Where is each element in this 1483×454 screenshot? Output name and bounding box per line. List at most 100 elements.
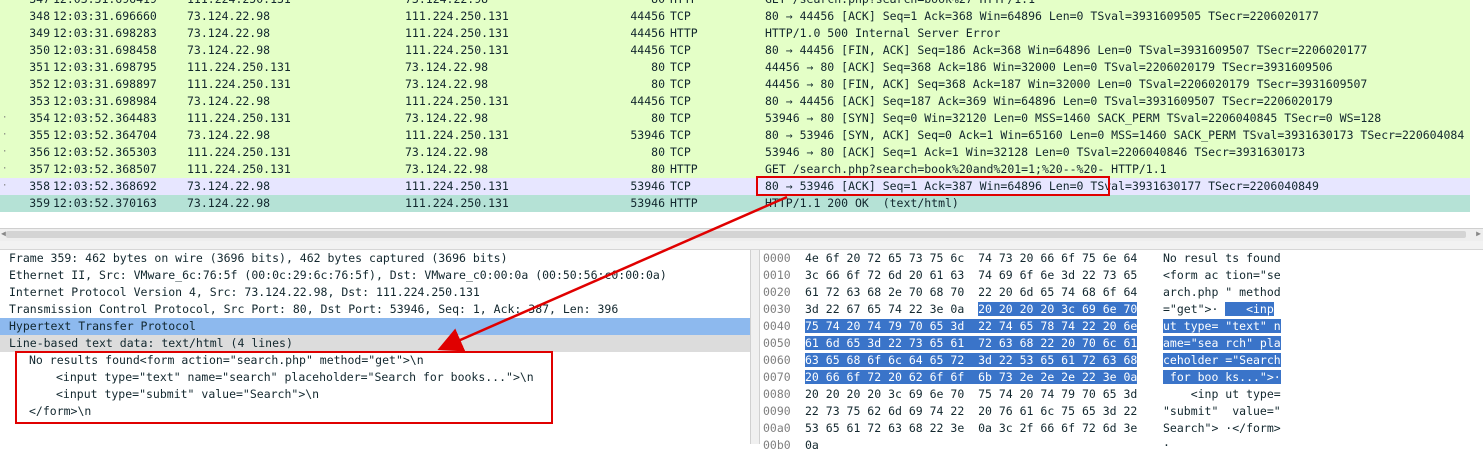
byte-hex: 53 65 61 72 63 68 22 3e 0a 3c 2f 66 6f 7…: [805, 420, 1137, 437]
packet-time: 12:03:52.364704: [53, 128, 157, 142]
packet-no: 354: [29, 111, 50, 125]
detail-http[interactable]: Hypertext Transfer Protocol: [0, 318, 750, 335]
packet-src: 111.224.250.131: [187, 162, 291, 176]
byte-hex-selected: 20 66 6f 72 20 62 6f 6f 6b 73 2e 2e 2e 2…: [805, 370, 1138, 384]
packet-row[interactable]: 34712:03:31.696419 111.224.250.131 73.124.…: [0, 0, 1470, 8]
byte-ascii-plain: ·: [1163, 438, 1170, 452]
packet-time: 12:03:31.698458: [53, 43, 157, 57]
bytes-row[interactable]: 00b0 0a ·: [760, 437, 1483, 454]
packet-row[interactable]: 348 12:03:31.696660 73.124.22.98 111.224.25…: [0, 8, 1470, 25]
vertical-splitter[interactable]: [750, 250, 760, 444]
related-packet-icon: ·: [2, 130, 8, 140]
detail-ip[interactable]: Internet Protocol Version 4, Src: 73.124…: [0, 284, 750, 301]
detail-tcp[interactable]: Transmission Control Protocol, Src Port:…: [0, 301, 750, 318]
packet-time: 12:03:31.698984: [53, 94, 157, 108]
byte-ascii-plain: <form ac tion="se: [1163, 268, 1281, 282]
scrollbar-thumb[interactable]: [6, 231, 1466, 238]
related-packet-icon: ·: [2, 147, 8, 157]
byte-offset: 0030: [763, 302, 791, 316]
packet-dst: 73.124.22.98: [405, 111, 489, 125]
byte-ascii: "submit" value=": [1163, 403, 1281, 420]
packet-proto: TCP: [670, 77, 691, 91]
packet-row[interactable]: · 357 12:03:52.368507 111.224.250.131 73.124…: [0, 161, 1470, 178]
byte-hex-plain: 61 72 63 68 2e 70 68 70 22 20 6d 65 74 6…: [805, 285, 1138, 299]
pane-splitter[interactable]: [0, 241, 1483, 250]
packet-row[interactable]: 352 12:03:31.698897 111.224.250.131 73.124.…: [0, 76, 1470, 93]
bytes-row[interactable]: 0020 61 72 63 68 2e 70 68 70 22 20 6d 65 …: [760, 284, 1483, 301]
byte-ascii: ·: [1163, 437, 1170, 454]
packet-info: HTTP/1.0 500 Internal Server Error: [765, 26, 1001, 40]
packet-row[interactable]: 350 12:03:31.698458 73.124.22.98 111.224.25…: [0, 42, 1470, 59]
horizontal-scrollbar[interactable]: ◀ ▶: [0, 228, 1483, 241]
packet-row[interactable]: · 355 12:03:52.364704 73.124.22.98 111.224.2…: [0, 127, 1470, 144]
byte-hex-plain: 3c 66 6f 72 6d 20 61 63 74 69 6f 6e 3d 2…: [805, 268, 1138, 282]
byte-hex-selected: 20 20 20 20 3c 69 6e 70: [978, 302, 1138, 316]
packet-row[interactable]: 353 12:03:31.698984 73.124.22.98 111.224.25…: [0, 93, 1470, 110]
packet-src: 111.224.250.131: [187, 111, 291, 125]
packet-info: HTTP/1.1 200 OK (text/html): [765, 196, 959, 210]
byte-hex: 63 65 68 6f 6c 64 65 72 3d 22 53 65 61 7…: [805, 352, 1138, 369]
bytes-row[interactable]: 0040 75 74 20 74 79 70 65 3d 22 74 65 78 …: [760, 318, 1483, 335]
bytes-row[interactable]: 0050 61 6d 65 3d 22 73 65 61 72 63 68 22 …: [760, 335, 1483, 352]
byte-offset: 00b0: [763, 438, 791, 452]
packet-src: 111.224.250.131: [187, 145, 291, 159]
packet-row[interactable]: · 356 12:03:52.365303 111.224.250.131 73.124…: [0, 144, 1470, 161]
bytes-row[interactable]: 0000 4e 6f 20 72 65 73 75 6c 74 73 20 66 …: [760, 250, 1483, 267]
packet-port: 53946: [630, 128, 665, 142]
packet-row[interactable]: · 358 12:03:52.368692 73.124.22.98 111.224.2…: [0, 178, 1470, 195]
byte-hex: 61 6d 65 3d 22 73 65 61 72 63 68 22 20 7…: [805, 335, 1138, 352]
packet-dst: 73.124.22.98: [405, 0, 605, 8]
byte-ascii: ame="sea rch" pla: [1163, 335, 1281, 352]
byte-hex-selected: 63 65 68 6f 6c 64 65 72 3d 22 53 65 61 7…: [805, 353, 1138, 367]
packet-dst: 73.124.22.98: [405, 77, 489, 91]
packet-list[interactable]: 34712:03:31.696419111.224.250.13173.124.…: [0, 0, 1483, 228]
packet-no: 358: [29, 179, 50, 193]
detail-ethernet[interactable]: Ethernet II, Src: VMware_6c:76:5f (00:0c…: [0, 267, 750, 284]
packet-bytes-pane[interactable]: 0000 4e 6f 20 72 65 73 75 6c 74 73 20 66 …: [760, 250, 1483, 452]
packet-port: 80: [651, 77, 665, 91]
packet-no: 349: [29, 26, 50, 40]
scroll-right-icon[interactable]: ▶: [1476, 229, 1481, 238]
bytes-row[interactable]: 0070 20 66 6f 72 20 62 6f 6f 6b 73 2e 2e …: [760, 369, 1483, 386]
byte-hex-plain: 3d 22 67 65 74 22 3e 0a: [805, 302, 979, 316]
packet-dst: 111.224.250.131: [405, 43, 509, 57]
packet-dst: 111.224.250.131: [405, 9, 509, 23]
related-packet-icon: ·: [2, 181, 8, 191]
packet-proto: TCP: [670, 128, 691, 142]
packet-info: 44456 → 80 [ACK] Seq=368 Ack=186 Win=320…: [765, 60, 1333, 74]
bytes-row[interactable]: 0060 63 65 68 6f 6c 64 65 72 3d 22 53 65 …: [760, 352, 1483, 369]
bytes-row[interactable]: 0080 20 20 20 20 3c 69 6e 70 75 74 20 74 …: [760, 386, 1483, 403]
packet-row[interactable]: 359 12:03:52.370163 73.124.22.98 111.224.25…: [0, 195, 1470, 212]
packet-proto: TCP: [670, 9, 691, 23]
packet-proto: TCP: [670, 94, 691, 108]
detail-frame[interactable]: Frame 359: 462 bytes on wire (3696 bits)…: [0, 250, 750, 267]
byte-offset: 0000: [763, 251, 791, 265]
packet-time: 12:03:31.696660: [53, 9, 157, 23]
byte-hex: 75 74 20 74 79 70 65 3d 22 74 65 78 74 2…: [805, 318, 1138, 335]
byte-ascii: ceholder ="Search: [1163, 352, 1281, 369]
packet-time: 12:03:52.368507: [53, 162, 157, 176]
packet-row[interactable]: 349 12:03:31.698283 73.124.22.98 111.224.25…: [0, 25, 1470, 42]
highlight-box-request: [756, 176, 1110, 196]
packet-time: 12:03:31.698283: [53, 26, 157, 40]
packet-info: 44456 → 80 [FIN, ACK] Seq=368 Ack=187 Wi…: [765, 77, 1368, 91]
packet-port: 80: [651, 162, 665, 176]
byte-hex: 3d 22 67 65 74 22 3e 0a 20 20 20 20 3c 6…: [805, 301, 1138, 318]
bytes-row[interactable]: 0090 22 73 75 62 6d 69 74 22 20 76 61 6c …: [760, 403, 1483, 420]
bytes-row[interactable]: 00a0 53 65 61 72 63 68 22 3e 0a 3c 2f 66 …: [760, 420, 1483, 437]
byte-offset: 0040: [763, 319, 791, 333]
byte-hex-selected: 75 74 20 74 79 70 65 3d 22 74 65 78 74 2…: [805, 319, 1138, 333]
byte-hex: 0a: [805, 437, 819, 454]
packet-port: 80: [651, 145, 665, 159]
packet-row[interactable]: 351 12:03:31.698795 111.224.250.131 73.124.…: [0, 59, 1470, 76]
packet-proto: HTTP: [670, 0, 730, 8]
byte-offset: 0090: [763, 404, 791, 418]
packet-dst: 111.224.250.131: [405, 26, 509, 40]
byte-offset: 0020: [763, 285, 791, 299]
bytes-row[interactable]: 0030 3d 22 67 65 74 22 3e 0a 20 20 20 20 …: [760, 301, 1483, 318]
packet-info: 53946 → 80 [ACK] Seq=1 Ack=1 Win=32128 L…: [765, 145, 1306, 159]
bytes-row[interactable]: 0010 3c 66 6f 72 6d 20 61 63 74 69 6f 6e …: [760, 267, 1483, 284]
detail-text-data[interactable]: Line-based text data: text/html (4 lines…: [0, 335, 750, 352]
byte-ascii-plain: <inp ut type=: [1163, 387, 1281, 401]
packet-row[interactable]: · 354 12:03:52.364483 111.224.250.131 73.124…: [0, 110, 1470, 127]
